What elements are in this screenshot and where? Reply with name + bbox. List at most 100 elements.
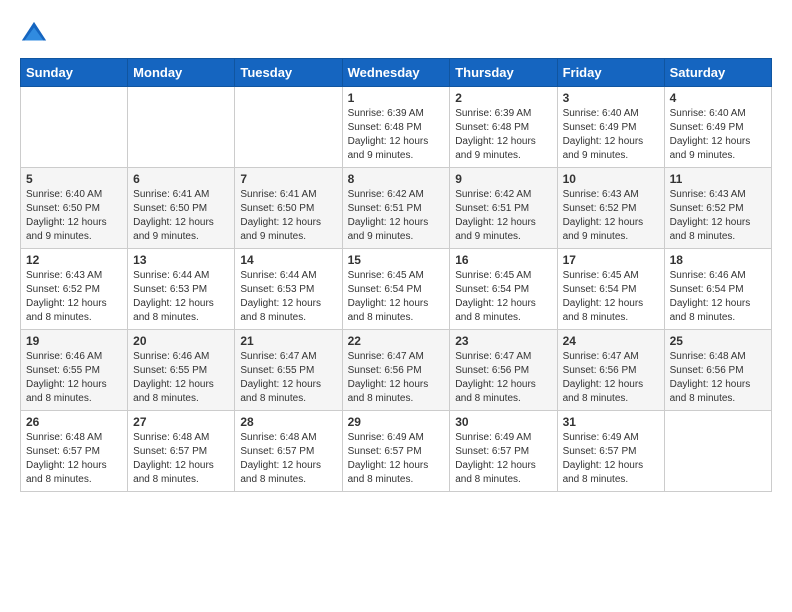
day-number: 3 — [563, 91, 659, 105]
calendar-cell: 12 Sunrise: 6:43 AM Sunset: 6:52 PM Dayli… — [21, 249, 128, 330]
day-info: Sunrise: 6:48 AM Sunset: 6:57 PM Dayligh… — [133, 431, 229, 487]
day-info: Sunrise: 6:47 AM Sunset: 6:56 PM Dayligh… — [563, 350, 659, 406]
calendar-cell: 5 Sunrise: 6:40 AM Sunset: 6:50 PM Daylig… — [21, 168, 128, 249]
calendar-cell: 10 Sunrise: 6:43 AM Sunset: 6:52 PM Dayli… — [557, 168, 664, 249]
day-info: Sunrise: 6:46 AM Sunset: 6:55 PM Dayligh… — [133, 350, 229, 406]
weekday-header: Wednesday — [342, 59, 450, 87]
logo — [20, 20, 52, 48]
calendar-cell: 28 Sunrise: 6:48 AM Sunset: 6:57 PM Dayli… — [235, 411, 342, 492]
calendar-cell — [21, 87, 128, 168]
day-info: Sunrise: 6:39 AM Sunset: 6:48 PM Dayligh… — [348, 107, 445, 163]
day-info: Sunrise: 6:43 AM Sunset: 6:52 PM Dayligh… — [26, 269, 122, 325]
calendar-week-row: 5 Sunrise: 6:40 AM Sunset: 6:50 PM Daylig… — [21, 168, 772, 249]
calendar-cell: 19Sunrise: 6:46 AM Sunset: 6:55 PM Dayli… — [21, 330, 128, 411]
day-number: 13 — [133, 253, 229, 267]
calendar-table: SundayMondayTuesdayWednesdayThursdayFrid… — [20, 58, 772, 492]
day-info: Sunrise: 6:43 AM Sunset: 6:52 PM Dayligh… — [563, 188, 659, 244]
day-number: 23 — [455, 334, 551, 348]
logo-icon — [20, 20, 48, 48]
weekday-header: Tuesday — [235, 59, 342, 87]
day-number: 22 — [348, 334, 445, 348]
calendar-cell: 16Sunrise: 6:45 AM Sunset: 6:54 PM Dayli… — [450, 249, 557, 330]
day-number: 25 — [670, 334, 766, 348]
weekday-header: Monday — [128, 59, 235, 87]
day-info: Sunrise: 6:41 AM Sunset: 6:50 PM Dayligh… — [240, 188, 336, 244]
calendar-cell: 22 Sunrise: 6:47 AM Sunset: 6:56 PM Dayli… — [342, 330, 450, 411]
calendar-cell: 31Sunrise: 6:49 AM Sunset: 6:57 PM Dayli… — [557, 411, 664, 492]
day-number: 12 — [26, 253, 122, 267]
calendar-cell: 2 Sunrise: 6:39 AM Sunset: 6:48 PM Daylig… — [450, 87, 557, 168]
calendar-cell: 1 Sunrise: 6:39 AM Sunset: 6:48 PM Daylig… — [342, 87, 450, 168]
day-info: Sunrise: 6:49 AM Sunset: 6:57 PM Dayligh… — [348, 431, 445, 487]
day-info: Sunrise: 6:40 AM Sunset: 6:49 PM Dayligh… — [563, 107, 659, 163]
day-number: 30 — [455, 415, 551, 429]
calendar-header-row: SundayMondayTuesdayWednesdayThursdayFrid… — [21, 59, 772, 87]
weekday-header: Saturday — [664, 59, 771, 87]
day-info: Sunrise: 6:39 AM Sunset: 6:48 PM Dayligh… — [455, 107, 551, 163]
day-number: 2 — [455, 91, 551, 105]
day-number: 1 — [348, 91, 445, 105]
day-info: Sunrise: 6:45 AM Sunset: 6:54 PM Dayligh… — [348, 269, 445, 325]
day-info: Sunrise: 6:48 AM Sunset: 6:56 PM Dayligh… — [670, 350, 766, 406]
calendar-cell: 15 Sunrise: 6:45 AM Sunset: 6:54 PM Dayli… — [342, 249, 450, 330]
day-info: Sunrise: 6:40 AM Sunset: 6:49 PM Dayligh… — [670, 107, 766, 163]
calendar-week-row: 1 Sunrise: 6:39 AM Sunset: 6:48 PM Daylig… — [21, 87, 772, 168]
day-number: 16 — [455, 253, 551, 267]
calendar-cell: 29 Sunrise: 6:49 AM Sunset: 6:57 PM Dayli… — [342, 411, 450, 492]
calendar-cell: 18Sunrise: 6:46 AM Sunset: 6:54 PM Dayli… — [664, 249, 771, 330]
calendar-cell: 9Sunrise: 6:42 AM Sunset: 6:51 PM Daylig… — [450, 168, 557, 249]
weekday-header: Thursday — [450, 59, 557, 87]
weekday-header: Friday — [557, 59, 664, 87]
calendar-cell: 23 Sunrise: 6:47 AM Sunset: 6:56 PM Dayli… — [450, 330, 557, 411]
day-info: Sunrise: 6:44 AM Sunset: 6:53 PM Dayligh… — [133, 269, 229, 325]
day-number: 29 — [348, 415, 445, 429]
calendar-cell — [235, 87, 342, 168]
calendar-cell: 25 Sunrise: 6:48 AM Sunset: 6:56 PM Dayli… — [664, 330, 771, 411]
calendar-cell: 24 Sunrise: 6:47 AM Sunset: 6:56 PM Dayli… — [557, 330, 664, 411]
day-info: Sunrise: 6:43 AM Sunset: 6:52 PM Dayligh… — [670, 188, 766, 244]
day-number: 24 — [563, 334, 659, 348]
day-info: Sunrise: 6:48 AM Sunset: 6:57 PM Dayligh… — [26, 431, 122, 487]
page-header — [20, 20, 772, 48]
day-number: 7 — [240, 172, 336, 186]
calendar-cell: 3 Sunrise: 6:40 AM Sunset: 6:49 PM Daylig… — [557, 87, 664, 168]
day-number: 26 — [26, 415, 122, 429]
day-info: Sunrise: 6:40 AM Sunset: 6:50 PM Dayligh… — [26, 188, 122, 244]
calendar-cell: 17 Sunrise: 6:45 AM Sunset: 6:54 PM Dayli… — [557, 249, 664, 330]
day-number: 18 — [670, 253, 766, 267]
day-number: 10 — [563, 172, 659, 186]
calendar-cell: 27 Sunrise: 6:48 AM Sunset: 6:57 PM Dayli… — [128, 411, 235, 492]
calendar-cell — [128, 87, 235, 168]
calendar-cell: 6 Sunrise: 6:41 AM Sunset: 6:50 PM Daylig… — [128, 168, 235, 249]
calendar-cell — [664, 411, 771, 492]
day-number: 28 — [240, 415, 336, 429]
day-info: Sunrise: 6:45 AM Sunset: 6:54 PM Dayligh… — [563, 269, 659, 325]
day-info: Sunrise: 6:41 AM Sunset: 6:50 PM Dayligh… — [133, 188, 229, 244]
calendar-cell: 4 Sunrise: 6:40 AM Sunset: 6:49 PM Daylig… — [664, 87, 771, 168]
calendar-cell: 7 Sunrise: 6:41 AM Sunset: 6:50 PM Daylig… — [235, 168, 342, 249]
day-number: 14 — [240, 253, 336, 267]
day-info: Sunrise: 6:48 AM Sunset: 6:57 PM Dayligh… — [240, 431, 336, 487]
day-number: 9 — [455, 172, 551, 186]
day-number: 6 — [133, 172, 229, 186]
calendar-cell: 30Sunrise: 6:49 AM Sunset: 6:57 PM Dayli… — [450, 411, 557, 492]
calendar-week-row: 12 Sunrise: 6:43 AM Sunset: 6:52 PM Dayli… — [21, 249, 772, 330]
day-info: Sunrise: 6:46 AM Sunset: 6:55 PM Dayligh… — [26, 350, 122, 406]
day-number: 27 — [133, 415, 229, 429]
day-number: 5 — [26, 172, 122, 186]
calendar-week-row: 19Sunrise: 6:46 AM Sunset: 6:55 PM Dayli… — [21, 330, 772, 411]
weekday-header: Sunday — [21, 59, 128, 87]
day-number: 15 — [348, 253, 445, 267]
day-number: 4 — [670, 91, 766, 105]
calendar-cell: 26 Sunrise: 6:48 AM Sunset: 6:57 PM Dayli… — [21, 411, 128, 492]
calendar-week-row: 26 Sunrise: 6:48 AM Sunset: 6:57 PM Dayli… — [21, 411, 772, 492]
calendar-cell: 20 Sunrise: 6:46 AM Sunset: 6:55 PM Dayli… — [128, 330, 235, 411]
calendar-cell: 13 Sunrise: 6:44 AM Sunset: 6:53 PM Dayli… — [128, 249, 235, 330]
day-info: Sunrise: 6:47 AM Sunset: 6:56 PM Dayligh… — [455, 350, 551, 406]
day-number: 31 — [563, 415, 659, 429]
day-info: Sunrise: 6:44 AM Sunset: 6:53 PM Dayligh… — [240, 269, 336, 325]
day-info: Sunrise: 6:47 AM Sunset: 6:56 PM Dayligh… — [348, 350, 445, 406]
calendar-cell: 14 Sunrise: 6:44 AM Sunset: 6:53 PM Dayli… — [235, 249, 342, 330]
day-number: 17 — [563, 253, 659, 267]
day-number: 20 — [133, 334, 229, 348]
